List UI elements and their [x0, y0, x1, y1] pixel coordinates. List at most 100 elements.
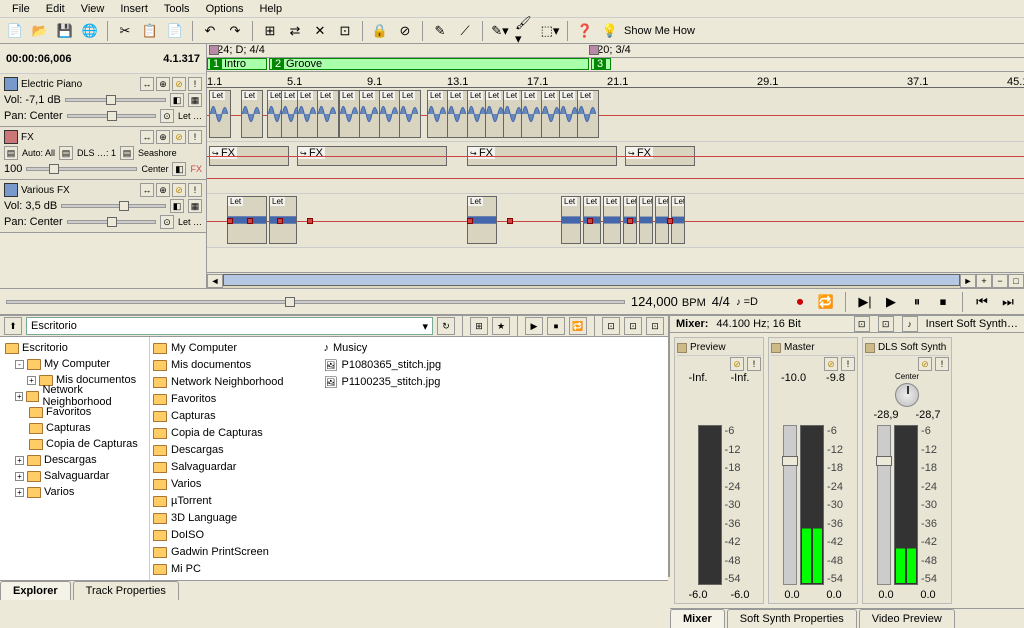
- opt1-button[interactable]: ⊡: [602, 317, 620, 335]
- save-button[interactable]: 💾: [54, 20, 76, 42]
- fx-button[interactable]: ▦: [188, 93, 202, 107]
- max-icon[interactable]: ⊕: [156, 130, 170, 144]
- envelope-node[interactable]: [467, 218, 473, 224]
- tempo-marker-1[interactable]: 124; D; 4/4: [211, 44, 265, 56]
- fader[interactable]: [783, 425, 797, 585]
- record-button[interactable]: ⏺: [790, 292, 810, 312]
- track-lane-3[interactable]: LetLetLetLetLetLetLetLetLetLet: [207, 194, 1024, 248]
- list-item[interactable]: Descargas: [153, 442, 284, 458]
- min-icon[interactable]: ↔: [140, 130, 154, 144]
- list-item[interactable]: Mis documentos: [153, 357, 284, 373]
- tree-root[interactable]: Escritorio: [3, 340, 146, 356]
- preview-play-button[interactable]: ▶: [525, 317, 543, 335]
- solo-button[interactable]: !: [841, 357, 855, 371]
- menu-insert[interactable]: Insert: [112, 2, 156, 15]
- auto-preview-button[interactable]: 🔁: [569, 317, 587, 335]
- tab-soft-synth[interactable]: Soft Synth Properties: [727, 609, 857, 628]
- audio-clip[interactable]: Let: [561, 196, 581, 244]
- zoom-out-button[interactable]: −: [992, 274, 1008, 288]
- marker-flag[interactable]: [589, 45, 599, 55]
- goto-end-button[interactable]: ⏭: [998, 292, 1018, 312]
- show-me-how-link[interactable]: Show Me How: [624, 25, 695, 37]
- envelope-node[interactable]: [277, 218, 283, 224]
- folder-tree[interactable]: Escritorio -My Computer+Mis documentos+N…: [0, 337, 150, 580]
- insert-synth-label[interactable]: Insert Soft Synth…: [926, 318, 1018, 330]
- channel-title[interactable]: Preview: [677, 340, 761, 356]
- erase-tool[interactable]: ⬚▾: [539, 20, 561, 42]
- help-icon[interactable]: 💡: [599, 20, 621, 42]
- file-list[interactable]: My ComputerMis documentosNetwork Neighbo…: [150, 337, 668, 580]
- phase-button[interactable]: ⊙: [160, 215, 174, 229]
- list-item[interactable]: Varios: [153, 476, 284, 492]
- zoom-in-button[interactable]: +: [976, 274, 992, 288]
- tab-explorer[interactable]: Explorer: [0, 581, 71, 600]
- zoom-fit-button[interactable]: □: [1008, 274, 1024, 288]
- audio-clip[interactable]: Let: [269, 196, 297, 244]
- list-item[interactable]: 🖼P1080365_stitch.jpg: [324, 357, 442, 373]
- time-ruler[interactable]: 1.15.19.113.117.121.129.137.145.1: [207, 72, 1024, 88]
- solo-button[interactable]: !: [747, 357, 761, 371]
- solo-button[interactable]: !: [188, 77, 202, 91]
- play-start-button[interactable]: ▶|: [855, 292, 875, 312]
- menu-view[interactable]: View: [73, 2, 113, 15]
- paint-tool[interactable]: 🖌▾: [514, 20, 536, 42]
- bpm-value[interactable]: 124,000: [631, 294, 678, 309]
- play-button[interactable]: ▶: [881, 292, 901, 312]
- selection-tool[interactable]: ✎▾: [489, 20, 511, 42]
- scroll-track[interactable]: [223, 274, 960, 288]
- mute-button[interactable]: ⊘: [824, 357, 838, 371]
- tree-item[interactable]: Copia de Capturas: [3, 436, 146, 452]
- publish-button[interactable]: 🌐: [79, 20, 101, 42]
- location-combo[interactable]: Escritorio▾: [26, 317, 433, 335]
- tree-item[interactable]: -My Computer: [3, 356, 146, 372]
- envelope-node[interactable]: [307, 218, 313, 224]
- envelope-node[interactable]: [627, 218, 633, 224]
- channel-title[interactable]: DLS Soft Synth: [865, 340, 949, 356]
- audio-clip[interactable]: Let: [241, 90, 263, 138]
- bus-label[interactable]: Let …: [178, 111, 202, 121]
- region-intro[interactable]: 1Intro: [207, 58, 267, 70]
- phase-button[interactable]: ⊙: [160, 109, 174, 123]
- track-lane-2[interactable]: ↪ FX ↪ FX ↪ FX ↪ FX: [207, 142, 1024, 194]
- patch-button[interactable]: ▤: [120, 146, 134, 160]
- undo-button[interactable]: ↶: [199, 20, 221, 42]
- envelope-node[interactable]: [587, 218, 593, 224]
- copy-button[interactable]: 📋: [139, 20, 161, 42]
- menu-tools[interactable]: Tools: [156, 2, 198, 15]
- stop-button[interactable]: ⏹: [933, 292, 953, 312]
- envelope-node[interactable]: [247, 218, 253, 224]
- track-name[interactable]: FX: [21, 132, 137, 143]
- menu-help[interactable]: Help: [251, 2, 290, 15]
- downmix-button[interactable]: ⊡: [854, 316, 870, 332]
- region-bar[interactable]: 1Intro 2Groove 3: [207, 58, 1024, 72]
- mute-button[interactable]: ⊘: [172, 77, 186, 91]
- lock-button[interactable]: 🔒: [369, 20, 391, 42]
- up-icon[interactable]: ⬆: [4, 317, 22, 335]
- tree-item[interactable]: +Salvaguardar: [3, 468, 146, 484]
- list-item[interactable]: µTorrent: [153, 493, 284, 509]
- audio-clip[interactable]: Let: [521, 90, 543, 138]
- redo-button[interactable]: ↷: [224, 20, 246, 42]
- list-item[interactable]: Salvaguardar: [153, 459, 284, 475]
- paste-button[interactable]: 📄: [164, 20, 186, 42]
- tab-track-properties[interactable]: Track Properties: [73, 581, 179, 600]
- tree-item[interactable]: +Descargas: [3, 452, 146, 468]
- fav-button[interactable]: ★: [492, 317, 510, 335]
- master-rate-slider[interactable]: [6, 300, 625, 304]
- velocity-slider[interactable]: [26, 167, 137, 171]
- audio-clip[interactable]: Let: [317, 90, 339, 138]
- draw-tool[interactable]: ✎: [429, 20, 451, 42]
- auto-ripple-button[interactable]: ⇄: [284, 20, 306, 42]
- max-icon[interactable]: ⊕: [156, 183, 170, 197]
- auto-button[interactable]: ▤: [4, 146, 18, 160]
- track-name[interactable]: Various FX: [21, 185, 137, 196]
- list-item[interactable]: 3D Language: [153, 510, 284, 526]
- audio-clip[interactable]: Let: [379, 90, 401, 138]
- tree-toggle[interactable]: -: [15, 360, 24, 369]
- goto-start-button[interactable]: ⏮: [972, 292, 992, 312]
- volume-slider[interactable]: [65, 98, 166, 102]
- dim-button[interactable]: ⊡: [878, 316, 894, 332]
- tab-mixer[interactable]: Mixer: [670, 609, 725, 628]
- tree-item[interactable]: Capturas: [3, 420, 146, 436]
- opt3-button[interactable]: ⊡: [646, 317, 664, 335]
